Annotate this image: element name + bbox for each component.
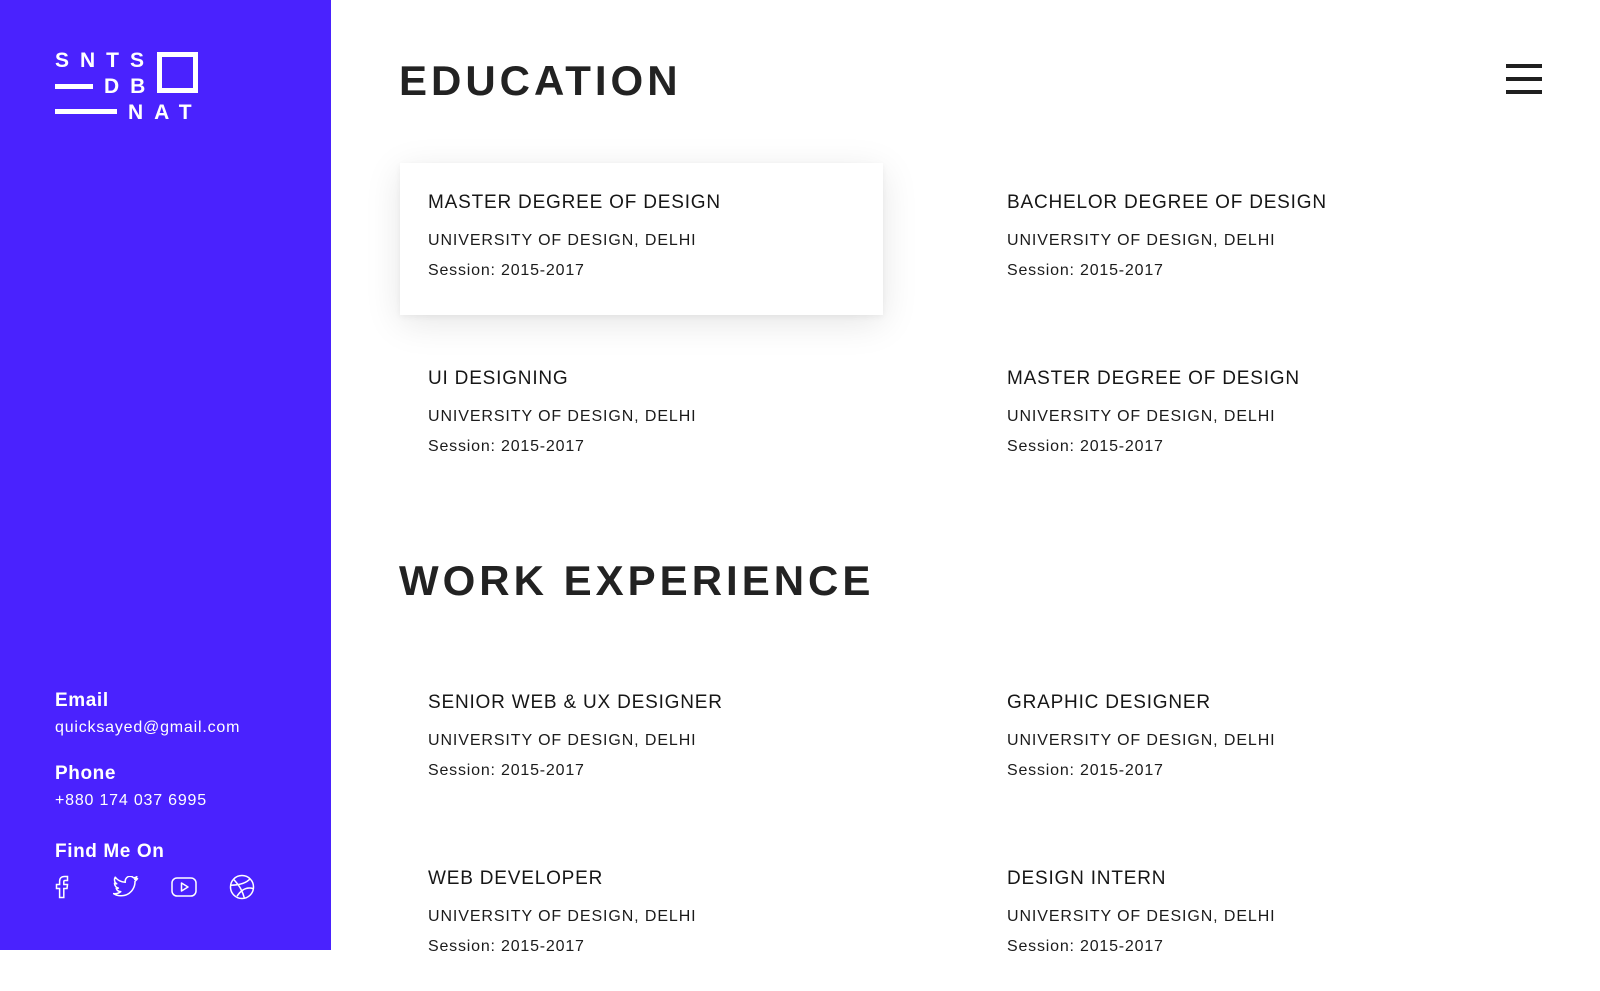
- work-card[interactable]: WEB DEVELOPER UNIVERSITY OF DESIGN, DELH…: [400, 839, 883, 991]
- menu-bar: [1506, 77, 1542, 81]
- education-card[interactable]: BACHELOR DEGREE OF DESIGN UNIVERSITY OF …: [979, 163, 1462, 315]
- menu-bar: [1506, 64, 1542, 68]
- card-title: BACHELOR DEGREE OF DESIGN: [1007, 192, 1327, 213]
- card-institution: UNIVERSITY OF DESIGN, DELHI: [1007, 732, 1276, 749]
- logo-line-3: NAT: [128, 101, 203, 124]
- education-card[interactable]: UI DESIGNING UNIVERSITY OF DESIGN, DELHI…: [400, 339, 883, 491]
- menu-bar: [1506, 90, 1542, 94]
- education-heading: EDUCATION: [399, 57, 682, 104]
- card-session: Session: 2015-2017: [1007, 262, 1164, 279]
- social-block: Find Me On: [55, 841, 164, 863]
- education-card[interactable]: MASTER DEGREE OF DESIGN UNIVERSITY OF DE…: [979, 339, 1462, 491]
- logo-dash: [55, 109, 117, 114]
- card-title: DESIGN INTERN: [1007, 868, 1167, 889]
- card-institution: UNIVERSITY OF DESIGN, DELHI: [1007, 908, 1276, 925]
- social-label: Find Me On: [55, 841, 165, 862]
- work-experience-heading: WORK EXPERIENCE: [399, 557, 875, 604]
- card-session: Session: 2015-2017: [428, 262, 585, 279]
- card-institution: UNIVERSITY OF DESIGN, DELHI: [428, 732, 697, 749]
- card-institution: UNIVERSITY OF DESIGN, DELHI: [428, 232, 697, 249]
- card-title: WEB DEVELOPER: [428, 868, 604, 889]
- work-card[interactable]: SENIOR WEB & UX DESIGNER UNIVERSITY OF D…: [400, 663, 883, 815]
- card-title: MASTER DEGREE OF DESIGN: [428, 192, 721, 213]
- logo-line-2: DB: [104, 75, 157, 98]
- phone-value[interactable]: +880 174 037 6995: [55, 791, 207, 811]
- phone-label: Phone: [55, 763, 117, 784]
- twitter-icon[interactable]: [113, 874, 171, 900]
- sidebar: SNTS DB NAT Email quicksayed@gmail.com P…: [0, 0, 331, 950]
- dribbble-icon[interactable]: [229, 874, 287, 900]
- card-session: Session: 2015-2017: [428, 938, 585, 955]
- work-card[interactable]: GRAPHIC DESIGNER UNIVERSITY OF DESIGN, D…: [979, 663, 1462, 815]
- email-block: Email quicksayed@gmail.com: [55, 690, 240, 738]
- social-links: [55, 874, 287, 900]
- card-title: UI DESIGNING: [428, 368, 569, 389]
- card-session: Session: 2015-2017: [1007, 762, 1164, 779]
- card-title: SENIOR WEB & UX DESIGNER: [428, 692, 723, 713]
- card-title: GRAPHIC DESIGNER: [1007, 692, 1211, 713]
- card-institution: UNIVERSITY OF DESIGN, DELHI: [428, 908, 697, 925]
- main-content: EDUCATION MASTER DEGREE OF DESIGN UNIVER…: [331, 0, 1600, 955]
- card-institution: UNIVERSITY OF DESIGN, DELHI: [1007, 232, 1276, 249]
- work-card[interactable]: DESIGN INTERN UNIVERSITY OF DESIGN, DELH…: [979, 839, 1462, 991]
- card-session: Session: 2015-2017: [428, 438, 585, 455]
- email-label: Email: [55, 690, 109, 711]
- card-session: Session: 2015-2017: [1007, 938, 1164, 955]
- site-logo[interactable]: SNTS DB NAT: [55, 49, 203, 124]
- logo-square: [157, 52, 198, 93]
- card-title: MASTER DEGREE OF DESIGN: [1007, 368, 1300, 389]
- card-session: Session: 2015-2017: [428, 762, 585, 779]
- youtube-icon[interactable]: [171, 874, 229, 900]
- hamburger-menu-icon[interactable]: [1506, 64, 1542, 96]
- facebook-icon[interactable]: [55, 874, 113, 900]
- card-session: Session: 2015-2017: [1007, 438, 1164, 455]
- logo-dash: [55, 84, 93, 89]
- logo-line-1: SNTS: [55, 49, 156, 72]
- card-institution: UNIVERSITY OF DESIGN, DELHI: [1007, 408, 1276, 425]
- email-value[interactable]: quicksayed@gmail.com: [55, 718, 240, 738]
- card-institution: UNIVERSITY OF DESIGN, DELHI: [428, 408, 697, 425]
- phone-block: Phone +880 174 037 6995: [55, 763, 207, 811]
- education-card[interactable]: MASTER DEGREE OF DESIGN UNIVERSITY OF DE…: [400, 163, 883, 315]
